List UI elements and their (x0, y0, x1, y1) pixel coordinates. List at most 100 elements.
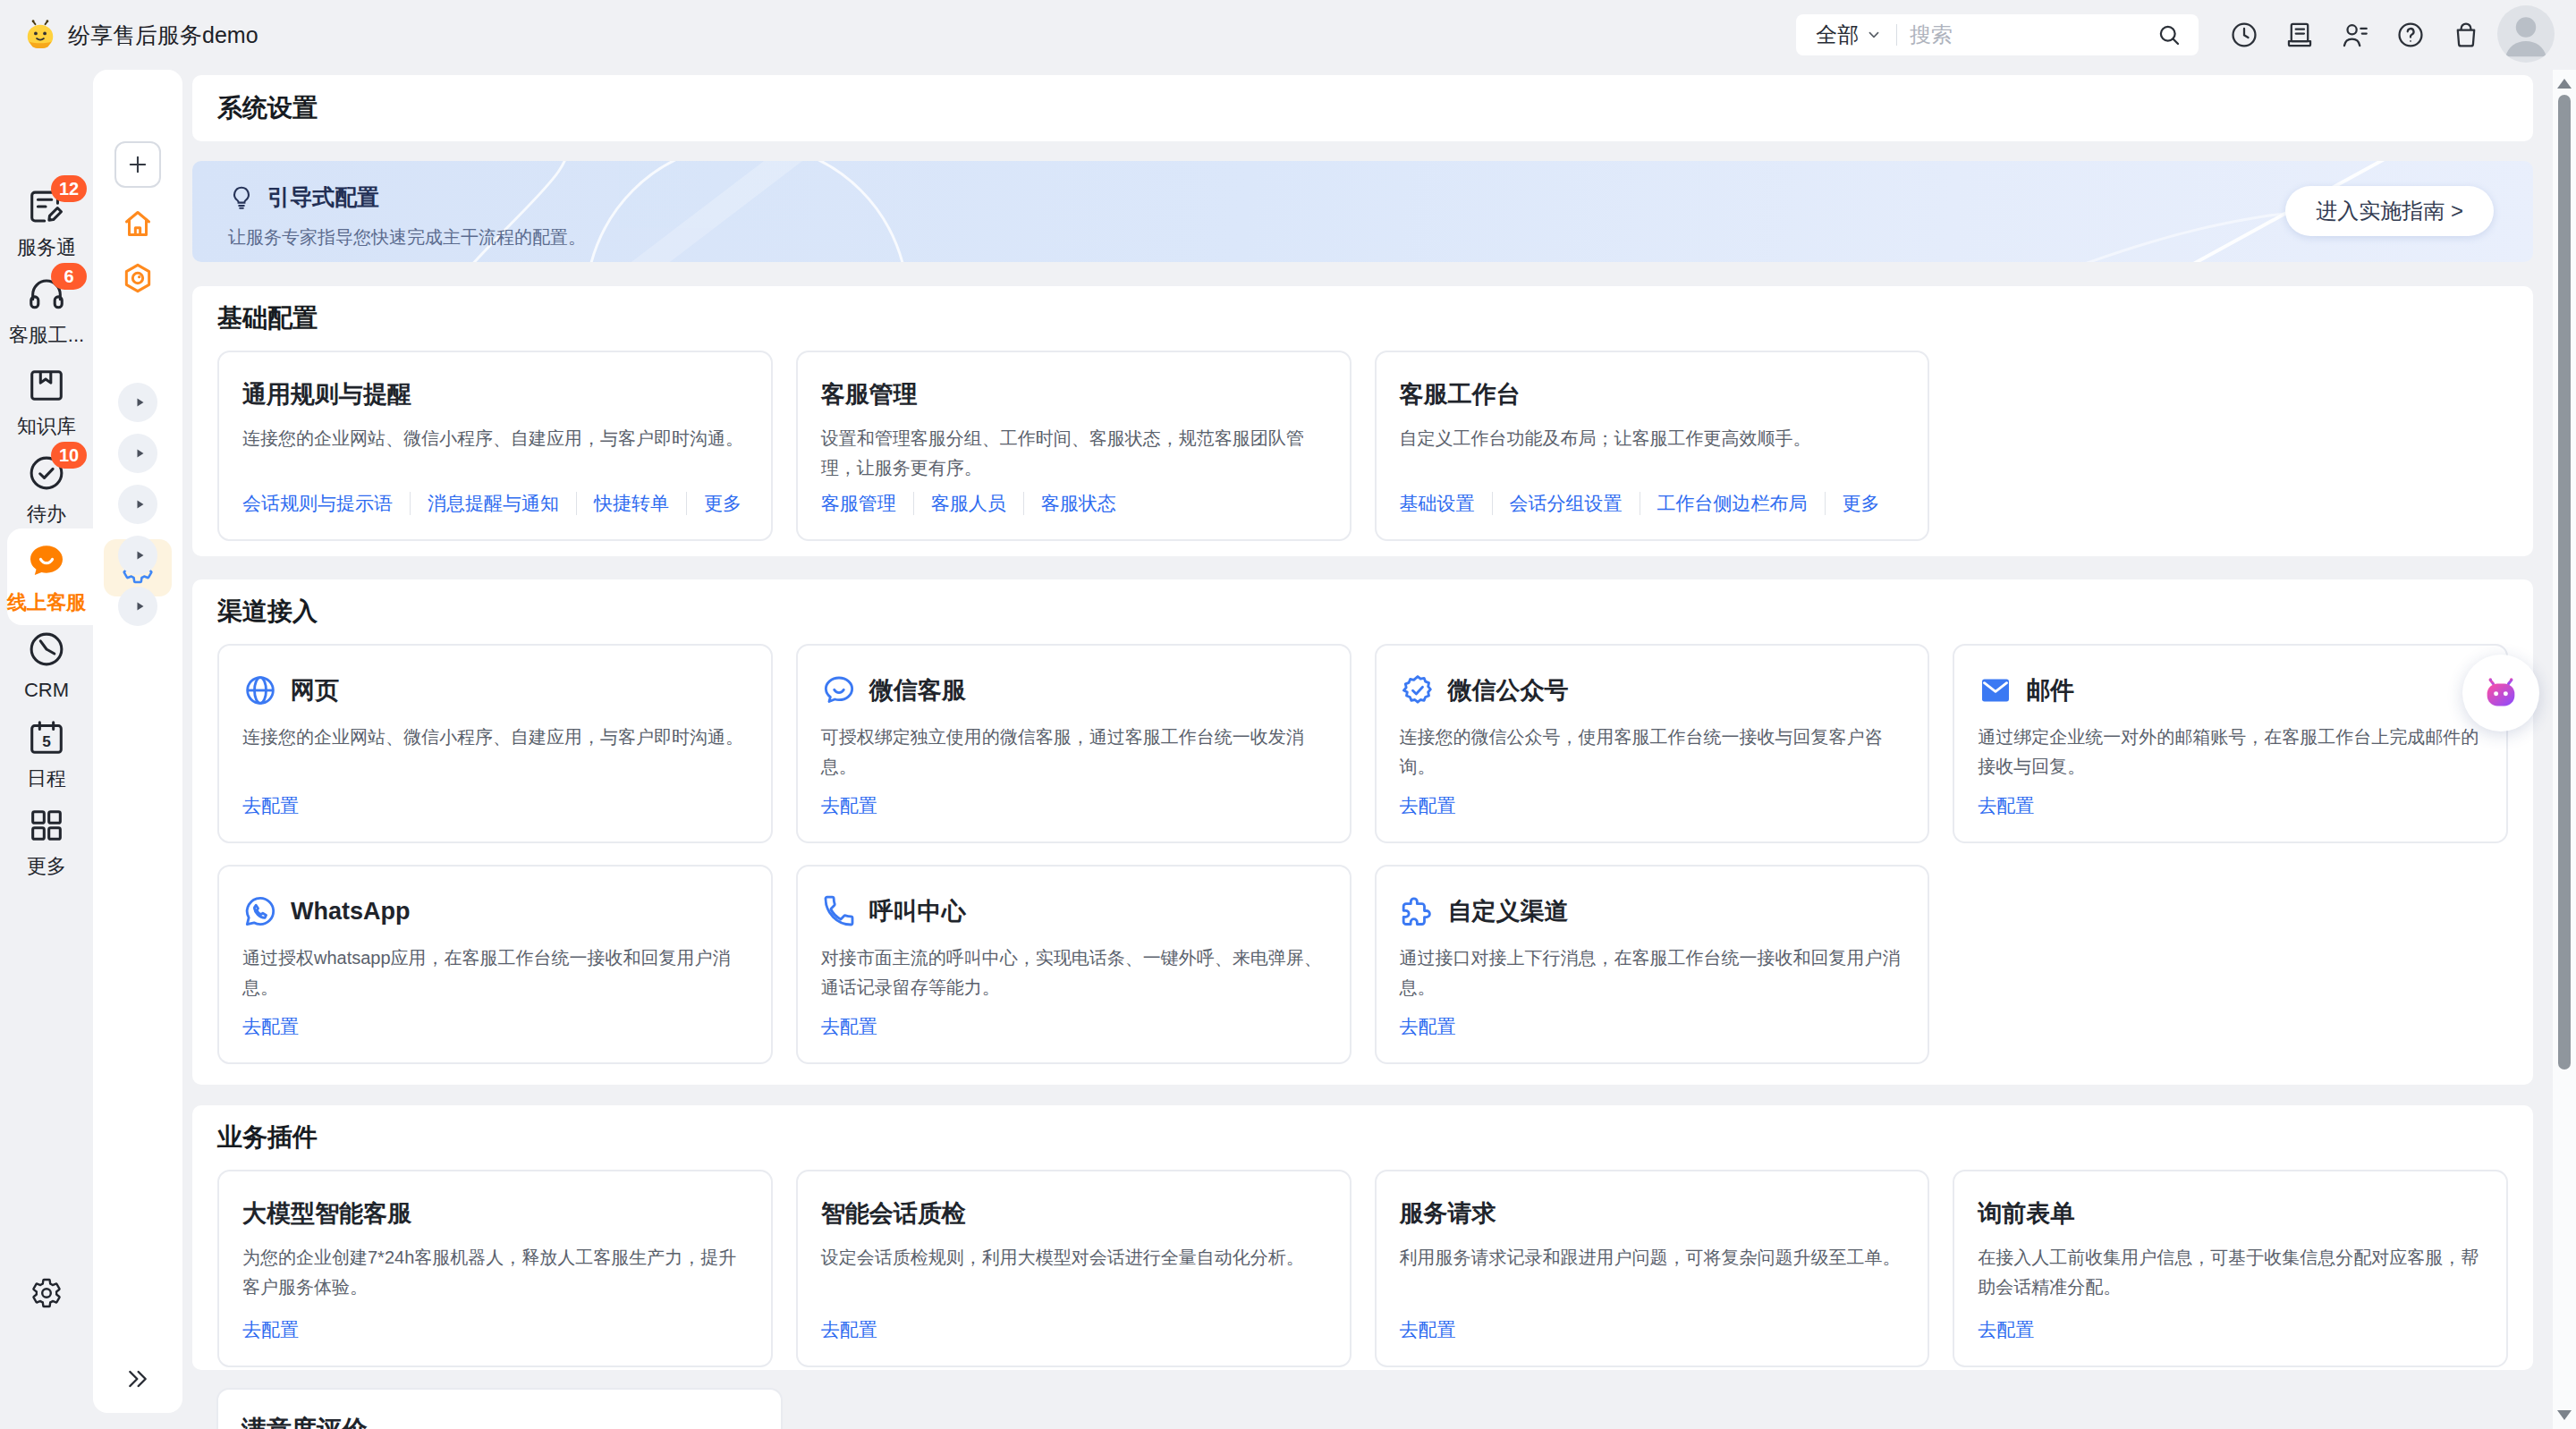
card-title: 呼叫中心 (869, 896, 966, 926)
configure-link[interactable]: 去配置 (242, 793, 299, 818)
monitor-hex-eye-icon[interactable] (120, 260, 156, 296)
sidebar-item-label: 线上客服 (0, 591, 93, 614)
card-link[interactable]: 会话规则与提示语 (242, 491, 393, 516)
play-icon (131, 393, 148, 411)
link-divider (1023, 492, 1024, 515)
card-link[interactable]: 基础设置 (1400, 491, 1475, 516)
configure-link[interactable]: 去配置 (821, 1014, 877, 1039)
ai-robot-float-button[interactable] (2462, 655, 2539, 731)
play-icon (131, 495, 148, 513)
guide-banner: 引导式配置 让服务专家指导您快速完成主干流程的配置。 进入实施指南 > (192, 161, 2533, 262)
scroll-up-arrow[interactable] (2557, 79, 2572, 89)
feature-card: 大模型智能客服为您的企业创建7*24h客服机器人，释放人工客服生产力，提升客户服… (217, 1170, 773, 1367)
configure-link[interactable]: 去配置 (821, 1317, 877, 1342)
puzzle-icon (1400, 893, 1436, 929)
configure-link[interactable]: 去配置 (242, 1317, 299, 1342)
card-description: 通过绑定企业统一对外的邮箱账号，在客服工作台上完成邮件的接收与回复。 (1978, 723, 2485, 782)
scrollbar[interactable] (2553, 70, 2576, 1429)
feature-card: 微信公众号连接您的微信公众号，使用客服工作台统一接收与回复客户咨询。去配置 (1375, 644, 1930, 843)
collapsed-app-1[interactable] (118, 383, 157, 422)
notification-badge: 12 (51, 175, 87, 202)
card-title: 智能会话质检 (821, 1198, 966, 1229)
scroll-down-arrow[interactable] (2557, 1410, 2572, 1420)
card-description: 通过接口对接上下行消息，在客服工作台统一接收和回复用户消息。 (1400, 943, 1907, 1002)
link-divider (1825, 492, 1826, 515)
card-link[interactable]: 快捷转单 (594, 491, 669, 516)
primary-sidebar: 12服务通6客服工...知识库10待办线上客服CRM5日程更多 (0, 70, 93, 1429)
svg-text:5: 5 (42, 732, 51, 750)
sidebar-item-5[interactable]: 线上客服 (0, 541, 93, 614)
page-title: 系统设置 (217, 91, 318, 125)
sidebar-item-1[interactable]: 12服务通 (0, 186, 93, 259)
card-description: 为您的企业创建7*24h客服机器人，释放人工客服生产力，提升客户服务体验。 (242, 1243, 750, 1302)
page-title-bar: 系统设置 (192, 75, 2533, 141)
seal-check-icon (1400, 672, 1436, 708)
link-divider (410, 492, 411, 515)
calendar-5-icon: 5 (26, 717, 67, 758)
card-title: 微信客服 (869, 675, 966, 706)
configure-link[interactable]: 去配置 (242, 1014, 299, 1039)
collapsed-app-3[interactable] (118, 485, 157, 524)
knowledge-box-icon (26, 365, 67, 406)
sidebar-item-3[interactable]: 知识库 (0, 365, 93, 438)
bulb-icon (228, 184, 255, 211)
configure-link[interactable]: 去配置 (821, 793, 877, 818)
home-icon[interactable] (120, 206, 156, 241)
card-description: 自定义工作台功能及布局；让客服工作更高效顺手。 (1400, 424, 1907, 453)
section-plugins: 业务插件大模型智能客服为您的企业创建7*24h客服机器人，释放人工客服生产力，提… (192, 1105, 2533, 1370)
banner-subtitle: 让服务专家指导您快速完成主干流程的配置。 (228, 225, 586, 249)
sidebar-item-label: 服务通 (0, 236, 93, 259)
section-channels: 渠道接入网页连接您的企业网站、微信小程序、自建应用，与客户即时沟通。去配置微信客… (192, 579, 2533, 1085)
plus-icon (125, 152, 150, 177)
sidebar-item-2[interactable]: 6客服工... (0, 274, 93, 347)
sidebar-item-label: 知识库 (0, 415, 93, 438)
card-link[interactable]: 消息提醒与通知 (428, 491, 559, 516)
card-link[interactable]: 客服状态 (1041, 491, 1116, 516)
settings-gear-icon[interactable] (30, 1277, 63, 1309)
section-title: 基础配置 (192, 286, 2533, 333)
collapsed-app-5[interactable] (118, 587, 157, 626)
main-content: 系统设置 引导式配置 让服务专家指导您快速完成主干流程的配置。 进入实施指南 >… (192, 0, 2533, 1429)
collapsed-app-2[interactable] (118, 434, 157, 473)
sidebar-item-label: 待办 (0, 503, 93, 526)
scroll-thumb[interactable] (2558, 95, 2571, 1070)
play-icon (131, 444, 148, 462)
configure-link[interactable]: 去配置 (1978, 793, 2034, 818)
sidebar-item-8[interactable]: 更多 (0, 805, 93, 878)
section-title: 业务插件 (192, 1105, 2533, 1152)
card-link[interactable]: 客服人员 (931, 491, 1006, 516)
feature-card: 网页连接您的企业网站、微信小程序、自建应用，与客户即时沟通。去配置 (217, 644, 773, 843)
feature-card: 微信客服可授权绑定独立使用的微信客服，通过客服工作台统一收发消息。去配置 (796, 644, 1352, 843)
configure-link[interactable]: 去配置 (1400, 1317, 1456, 1342)
configure-link[interactable]: 去配置 (1400, 793, 1456, 818)
card-description: 设置和管理客服分组、工作时间、客服状态，规范客服团队管理，让服务更有序。 (821, 424, 1328, 483)
card-link[interactable]: 更多 (704, 491, 741, 516)
card-link[interactable]: 更多 (1843, 491, 1880, 516)
sidebar-item-6[interactable]: CRM (0, 629, 93, 702)
collapsed-app-4[interactable] (118, 536, 157, 575)
add-button[interactable] (114, 141, 161, 188)
card-title: 网页 (291, 675, 339, 706)
phone-icon (821, 893, 857, 929)
notification-badge: 6 (51, 263, 87, 290)
wechat-chat-icon (821, 672, 857, 708)
feature-card-partial: 满意度评价 (216, 1388, 783, 1429)
collapse-chevrons-icon[interactable] (123, 1365, 152, 1393)
globe-icon (242, 672, 278, 708)
card-link[interactable]: 客服管理 (821, 491, 896, 516)
configure-link[interactable]: 去配置 (1978, 1317, 2034, 1342)
sidebar-item-7[interactable]: 5 日程 (0, 717, 93, 791)
implementation-guide-button[interactable]: 进入实施指南 > (2285, 186, 2494, 236)
feature-card: 服务请求利用服务请求记录和跟进用户问题，可将复杂问题升级至工单。去配置 (1375, 1170, 1930, 1367)
play-icon (131, 546, 148, 564)
grid-icon (26, 805, 67, 846)
configure-link[interactable]: 去配置 (1400, 1014, 1456, 1039)
card-link[interactable]: 工作台侧边栏布局 (1657, 491, 1808, 516)
sidebar-item-label: 更多 (0, 855, 93, 878)
sidebar-item-4[interactable]: 10待办 (0, 452, 93, 526)
card-link[interactable]: 会话分组设置 (1510, 491, 1623, 516)
card-description: 设定会话质检规则，利用大模型对会话进行全量自动化分析。 (821, 1243, 1328, 1273)
mail-icon (1978, 672, 2013, 708)
sidebar-item-label: 日程 (0, 767, 93, 791)
section-title: 渠道接入 (192, 579, 2533, 626)
